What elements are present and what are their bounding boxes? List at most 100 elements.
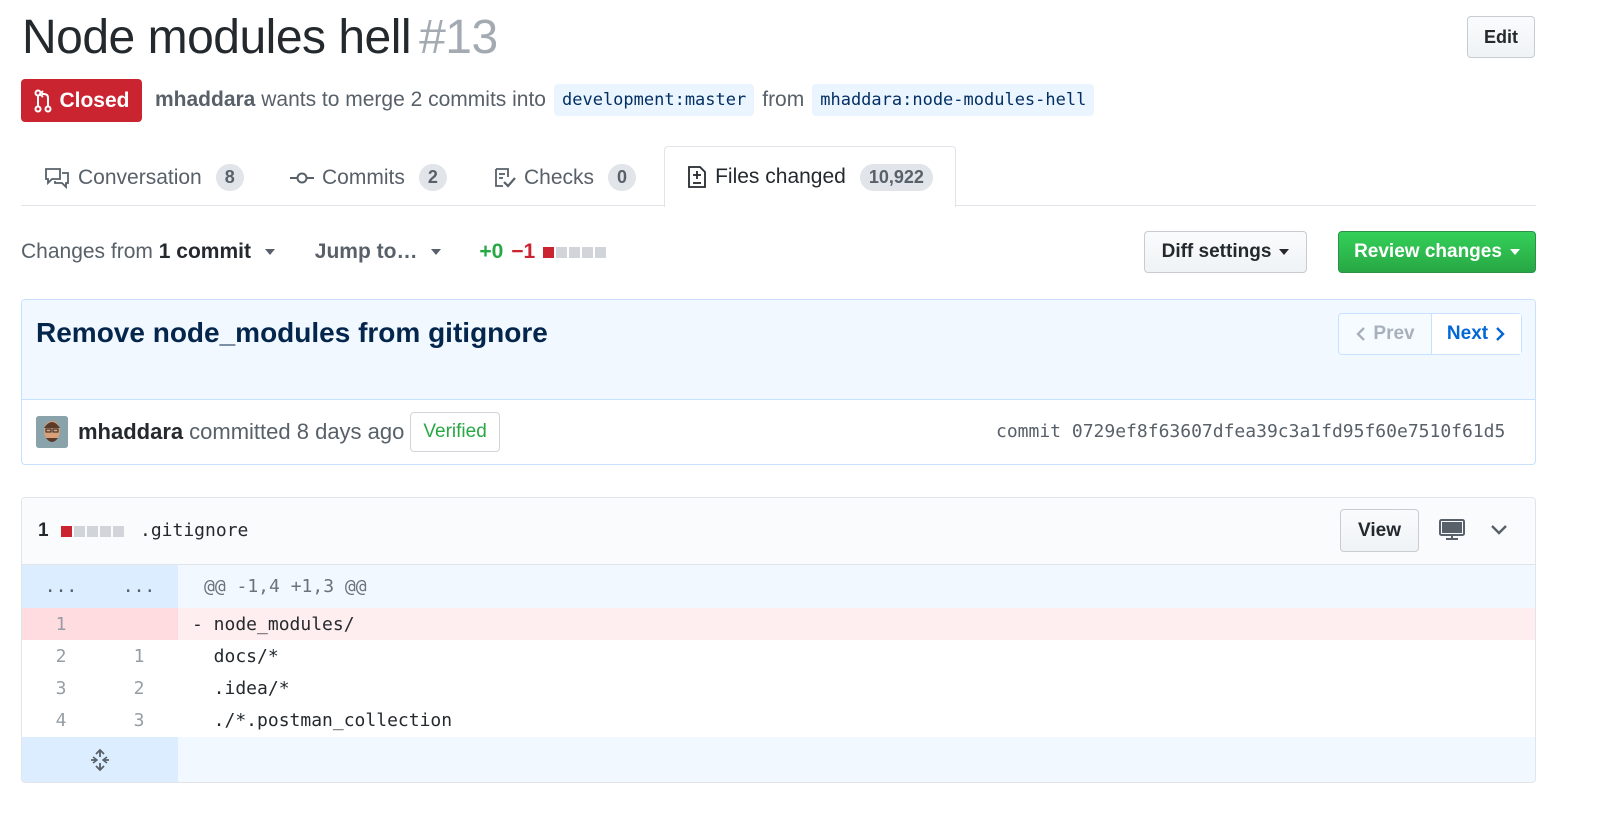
diffstat-blocks bbox=[543, 246, 607, 258]
edit-button[interactable]: Edit bbox=[1467, 16, 1535, 58]
display-rich-diff-button[interactable] bbox=[1438, 518, 1466, 547]
file-diff-icon bbox=[688, 166, 706, 188]
expand-row bbox=[22, 737, 1535, 782]
file-name-link[interactable]: .gitignore bbox=[140, 520, 248, 541]
commit-sha: commit 0729ef8f63607dfea39c3a1fd95f60e75… bbox=[996, 421, 1505, 442]
tab-commits[interactable]: Commits 2 bbox=[290, 150, 447, 205]
tab-files-count: 10,922 bbox=[859, 163, 933, 191]
old-line-number[interactable]: 1 bbox=[22, 608, 100, 640]
pr-title: Node modules hell #13 bbox=[22, 10, 498, 65]
pr-title-text: Node modules hell bbox=[22, 11, 412, 64]
hunk-expand-old[interactable]: ... bbox=[22, 565, 100, 608]
merge-text: wants to merge 2 commits into bbox=[261, 88, 546, 111]
diff-settings-button[interactable]: Diff settings bbox=[1144, 231, 1307, 273]
new-line-number[interactable]: 1 bbox=[100, 640, 178, 672]
hunk-header: @@ -1,4 +1,3 @@ bbox=[204, 576, 367, 597]
diff-line: 4 3 ./*.postman_collection bbox=[22, 704, 1535, 736]
old-line-number[interactable]: 2 bbox=[22, 640, 100, 672]
line-code: .idea/* bbox=[192, 677, 290, 699]
prev-label: Prev bbox=[1373, 323, 1415, 344]
deletions-count: −1 bbox=[511, 240, 536, 263]
tab-files-changed[interactable]: Files changed 10,922 bbox=[664, 146, 956, 207]
pr-author-link[interactable]: mhaddara bbox=[155, 88, 255, 112]
next-label: Next bbox=[1446, 323, 1489, 344]
tab-checks[interactable]: Checks 0 bbox=[494, 150, 637, 205]
commit-sha-value[interactable]: 0729ef8f63607dfea39c3a1fd95f60e7510f61d5 bbox=[1072, 421, 1505, 442]
diffstat: +0 −1 bbox=[479, 240, 607, 264]
next-button[interactable]: Next bbox=[1432, 314, 1521, 354]
additions-count: +0 bbox=[479, 240, 504, 263]
changes-from-dropdown[interactable]: Changes from 1 commit bbox=[21, 240, 275, 264]
tab-files-label: Files changed bbox=[715, 165, 846, 188]
file-header: 1 .gitignore View bbox=[22, 498, 1535, 565]
from-text: from bbox=[762, 88, 805, 111]
caret-down-icon bbox=[1279, 249, 1290, 255]
device-desktop-icon bbox=[1439, 519, 1465, 540]
expand-all-button[interactable] bbox=[22, 737, 178, 782]
tab-commits-label: Commits bbox=[322, 165, 405, 189]
diff-settings-label: Diff settings bbox=[1161, 241, 1272, 262]
unfold-icon bbox=[91, 748, 109, 771]
commit-sha-label: commit bbox=[996, 421, 1062, 442]
pr-meta: mhaddara wants to merge 2 commits into d… bbox=[155, 84, 1102, 116]
diff-line: 3 2 .idea/* bbox=[22, 672, 1535, 704]
commit-time: committed 8 days ago bbox=[189, 419, 405, 444]
avatar-image-icon bbox=[36, 416, 68, 448]
tab-conversation-label: Conversation bbox=[78, 165, 202, 189]
review-changes-button[interactable]: Review changes bbox=[1338, 231, 1536, 273]
avatar[interactable] bbox=[36, 416, 68, 448]
new-line-number[interactable] bbox=[100, 608, 178, 640]
pr-number: #13 bbox=[419, 11, 498, 64]
git-pull-request-icon bbox=[34, 89, 52, 112]
old-line-number[interactable]: 4 bbox=[22, 704, 100, 736]
commit-author-link[interactable]: mhaddara bbox=[78, 419, 183, 445]
tab-checks-label: Checks bbox=[524, 165, 595, 189]
line-code: ./*.postman_collection bbox=[192, 709, 453, 731]
collapse-file-button[interactable] bbox=[1489, 520, 1509, 545]
tab-checks-count: 0 bbox=[608, 164, 637, 191]
caret-down-icon bbox=[264, 249, 275, 256]
file-diff: 1 .gitignore View ... ... @@ -1,4 +1,3 @… bbox=[21, 497, 1536, 783]
diff-toolbar: Changes from 1 commit Jump to… +0 −1 bbox=[21, 240, 607, 264]
hunk-header-row: ... ... @@ -1,4 +1,3 @@ bbox=[22, 565, 1535, 608]
commit-box: Remove node_modules from gitignore Prev … bbox=[21, 299, 1536, 465]
diff-line: 2 1 docs/* bbox=[22, 640, 1535, 672]
base-branch[interactable]: development:master bbox=[554, 84, 755, 116]
comment-discussion-icon bbox=[45, 167, 69, 189]
chevron-down-icon bbox=[1491, 525, 1507, 535]
chevron-right-icon bbox=[1496, 327, 1505, 341]
verified-badge[interactable]: Verified bbox=[410, 412, 500, 452]
changes-count: 1 commit bbox=[158, 240, 251, 263]
new-line-number[interactable]: 2 bbox=[100, 672, 178, 704]
hunk-expand-new[interactable]: ... bbox=[100, 565, 178, 608]
commit-header: Remove node_modules from gitignore Prev … bbox=[22, 300, 1535, 400]
new-line-number[interactable]: 3 bbox=[100, 704, 178, 736]
tab-conversation-count: 8 bbox=[215, 164, 244, 191]
tab-commits-count: 2 bbox=[418, 164, 447, 191]
chevron-left-icon bbox=[1356, 327, 1366, 341]
caret-down-icon bbox=[431, 249, 442, 256]
caret-down-icon bbox=[1509, 249, 1520, 255]
state-badge: Closed bbox=[21, 79, 142, 122]
prev-button[interactable]: Prev bbox=[1339, 314, 1432, 354]
old-line-number[interactable]: 3 bbox=[22, 672, 100, 704]
git-commit-icon bbox=[290, 172, 314, 183]
tab-conversation[interactable]: Conversation 8 bbox=[44, 150, 244, 205]
file-change-count: 1 bbox=[38, 520, 124, 542]
commit-pagination: Prev Next bbox=[1338, 313, 1522, 355]
line-code: docs/* bbox=[192, 645, 279, 667]
jump-to-label: Jump to… bbox=[314, 240, 418, 263]
checklist-icon bbox=[495, 167, 516, 188]
review-changes-label: Review changes bbox=[1354, 241, 1502, 262]
commit-meta: mhaddara committed 8 days ago Verified bbox=[36, 412, 500, 452]
view-file-button[interactable]: View bbox=[1340, 509, 1419, 552]
diff-line: 1 - node_modules/ bbox=[22, 608, 1535, 640]
file-change-number: 1 bbox=[38, 520, 49, 541]
state-label: Closed bbox=[59, 88, 130, 112]
changes-from-label: Changes from bbox=[21, 240, 153, 263]
expand-row-filler bbox=[178, 737, 1535, 782]
file-diffstat-blocks bbox=[60, 525, 124, 537]
line-code: - node_modules/ bbox=[178, 608, 1535, 640]
head-branch[interactable]: mhaddara:node-modules-hell bbox=[812, 84, 1095, 116]
jump-to-dropdown[interactable]: Jump to… bbox=[315, 240, 442, 264]
